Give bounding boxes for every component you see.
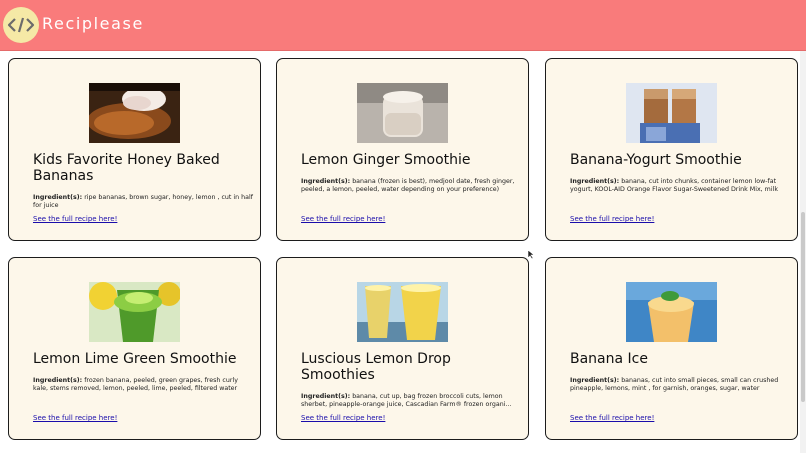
ingredients-label: Ingredient(s): — [301, 393, 351, 400]
recipe-title: Lemon Ginger Smoothie — [301, 152, 471, 168]
app-header: Reciplease — [0, 0, 806, 51]
recipe-ingredients: Ingredient(s): frozen banana, peeled, gr… — [33, 377, 253, 393]
recipe-card: Lemon Lime Green Smoothie Ingredient(s):… — [8, 257, 261, 440]
recipe-card: Lemon Ginger Smoothie Ingredient(s): ban… — [276, 58, 529, 241]
ingredients-label: Ingredient(s): — [33, 377, 83, 384]
recipe-title: Luscious Lemon Drop Smoothies — [301, 351, 451, 383]
recipe-ingredients: Ingredient(s): bananas, cut into small p… — [570, 377, 790, 393]
recipe-image[interactable] — [89, 83, 180, 143]
recipe-ingredients: Ingredient(s): banana, cut into chunks, … — [570, 178, 790, 194]
full-recipe-link[interactable]: See the full recipe here! — [301, 414, 385, 422]
recipe-card: Luscious Lemon Drop Smoothies Ingredient… — [276, 257, 529, 440]
full-recipe-link[interactable]: See the full recipe here! — [570, 215, 654, 223]
recipe-image[interactable] — [357, 83, 448, 143]
recipe-image[interactable] — [626, 282, 717, 342]
recipe-image[interactable] — [626, 83, 717, 143]
brand-title[interactable]: Reciplease — [42, 14, 144, 33]
recipe-ingredients: Ingredient(s): ripe bananas, brown sugar… — [33, 194, 253, 210]
recipe-title: Lemon Lime Green Smoothie — [33, 351, 237, 367]
ingredients-label: Ingredient(s): — [301, 178, 351, 185]
full-recipe-link[interactable]: See the full recipe here! — [33, 215, 117, 223]
full-recipe-link[interactable]: See the full recipe here! — [570, 414, 654, 422]
mouse-pointer-icon — [527, 250, 535, 260]
recipe-card: Kids Favorite Honey Baked Bananas Ingred… — [8, 58, 261, 241]
recipe-title: Banana-Yogurt Smoothie — [570, 152, 742, 168]
recipe-card: Banana-Yogurt Smoothie Ingredient(s): ba… — [545, 58, 798, 241]
ingredients-label: Ingredient(s): — [570, 178, 620, 185]
recipe-title: Banana Ice — [570, 351, 648, 367]
recipe-image[interactable] — [89, 282, 180, 342]
ingredients-label: Ingredient(s): — [33, 194, 83, 201]
full-recipe-link[interactable]: See the full recipe here! — [301, 215, 385, 223]
full-recipe-link[interactable]: See the full recipe here! — [33, 414, 117, 422]
scrollbar-thumb[interactable] — [801, 212, 805, 402]
recipe-ingredients: Ingredient(s): banana (frozen is best), … — [301, 178, 521, 194]
recipe-ingredients: Ingredient(s): banana, cut up, bag froze… — [301, 393, 521, 409]
ingredients-label: Ingredient(s): — [570, 377, 620, 384]
recipe-image[interactable] — [357, 282, 448, 342]
recipe-card: Banana Ice Ingredient(s): bananas, cut i… — [545, 257, 798, 440]
recipe-title: Kids Favorite Honey Baked Bananas — [33, 152, 220, 184]
code-icon[interactable] — [3, 7, 39, 43]
